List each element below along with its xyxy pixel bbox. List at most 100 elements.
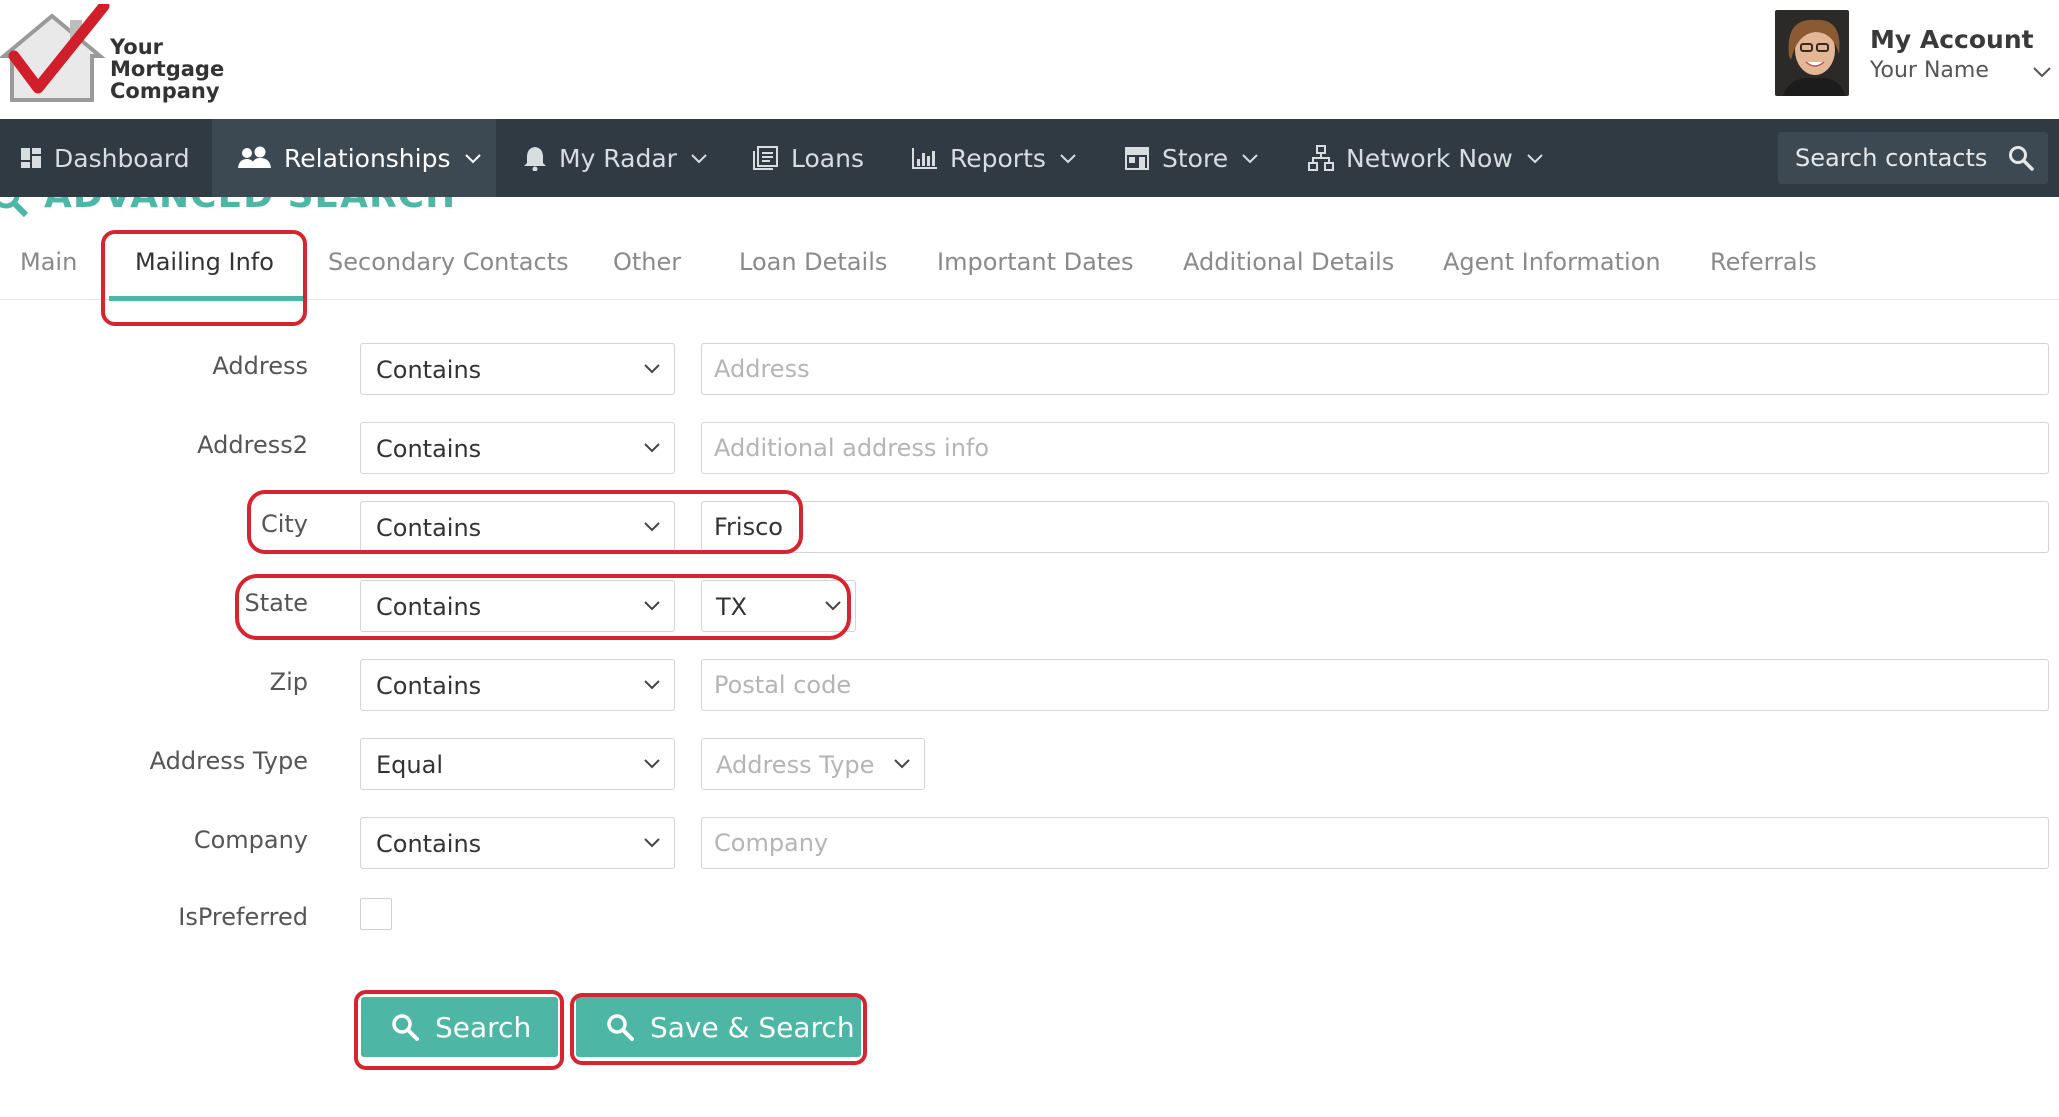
chevron-down-icon (894, 759, 910, 769)
loans-icon (753, 146, 778, 170)
tab-main[interactable]: Main (20, 248, 77, 276)
tab-additional-details[interactable]: Additional Details (1183, 248, 1394, 276)
nav-label: Reports (950, 143, 1046, 173)
account-user-name[interactable]: Your Name (1870, 58, 1989, 83)
network-icon (1308, 145, 1334, 171)
field-label: City (260, 510, 308, 538)
chevron-down-icon (644, 522, 660, 532)
zip-operator-select[interactable]: Contains (360, 659, 675, 711)
tab-important-dates[interactable]: Important Dates (937, 248, 1133, 276)
save-and-search-button[interactable]: Save & Search (576, 997, 861, 1057)
city-operator-select[interactable]: Contains (360, 501, 675, 553)
nav-item-my-radar[interactable]: My Radar (523, 119, 709, 197)
field-label: Zip (269, 668, 308, 696)
chevron-down-icon (691, 154, 707, 164)
zip-input[interactable] (701, 659, 2049, 711)
nav-item-loans[interactable]: Loans (753, 119, 864, 197)
search-icon (607, 1014, 634, 1041)
account-menu[interactable]: My Account Your Name (1775, 10, 2059, 98)
page-title-area: ADVANCED SEARCH (0, 197, 600, 219)
chevron-down-icon (464, 154, 481, 164)
active-tab-indicator (109, 296, 303, 301)
chevron-down-icon (644, 443, 660, 453)
account-title[interactable]: My Account (1870, 25, 2034, 54)
row-address-type: Address Type Equal Address Type (0, 738, 2059, 790)
is-preferred-checkbox[interactable] (360, 898, 392, 930)
row-zip: Zip Contains (0, 659, 2059, 711)
tab-other[interactable]: Other (613, 248, 681, 276)
tab-referrals[interactable]: Referrals (1710, 248, 1817, 276)
select-value: Contains (376, 435, 482, 463)
row-company: Company Contains (0, 817, 2059, 869)
button-label: Save & Search (650, 1010, 855, 1044)
search-button[interactable]: Search (361, 997, 558, 1057)
chevron-down-icon (644, 759, 660, 769)
select-value: Contains (376, 672, 482, 700)
nav-item-relationships[interactable]: Relationships (212, 119, 496, 197)
nav-label: Loans (791, 143, 864, 173)
chevron-down-icon (1527, 154, 1543, 164)
field-label: Address (212, 352, 308, 380)
nav-label: Dashboard (54, 143, 190, 173)
field-label: IsPreferred (178, 903, 308, 931)
address2-input[interactable] (701, 422, 2049, 474)
row-address: Address Contains (0, 343, 2059, 395)
nav-item-network-now[interactable]: Network Now (1308, 119, 1545, 197)
field-label: State (244, 589, 308, 617)
tab-loan-details[interactable]: Loan Details (739, 248, 887, 276)
chevron-down-icon (644, 838, 660, 848)
tab-agent-information[interactable]: Agent Information (1443, 248, 1661, 276)
nav-item-reports[interactable]: Reports (912, 119, 1078, 197)
company-logo[interactable]: Your Mortgage Company (0, 0, 230, 108)
store-icon (1125, 147, 1149, 170)
chevron-down-icon (644, 601, 660, 611)
address2-operator-select[interactable]: Contains (360, 422, 675, 474)
chevron-down-icon (825, 601, 841, 611)
company-input[interactable] (701, 817, 2049, 869)
search-tabs: Main Mailing Info Secondary Contacts Oth… (0, 230, 2059, 301)
select-value: Contains (376, 593, 482, 621)
tab-secondary-contacts[interactable]: Secondary Contacts (328, 248, 569, 276)
house-check-logo-icon (0, 0, 110, 102)
logo-text: Your Mortgage Company (110, 36, 224, 102)
address-operator-select[interactable]: Contains (360, 343, 675, 395)
state-select[interactable]: TX (701, 580, 856, 632)
select-placeholder: Address Type (716, 751, 875, 779)
nav-item-store[interactable]: Store (1124, 119, 1260, 197)
address-type-operator-select[interactable]: Equal (360, 738, 675, 790)
tab-mailing-info[interactable]: Mailing Info (135, 248, 274, 276)
select-value: Contains (376, 356, 482, 384)
address-input[interactable] (701, 343, 2049, 395)
chevron-down-icon[interactable] (2030, 60, 2054, 84)
chevron-down-icon (644, 364, 660, 374)
row-address2: Address2 Contains (0, 422, 2059, 474)
search-icon (392, 1014, 419, 1041)
select-value: Equal (376, 751, 443, 779)
app-header: Your Mortgage Company My Account Your Na… (0, 0, 2059, 119)
city-input[interactable] (701, 501, 2049, 553)
field-label: Address Type (149, 747, 308, 775)
select-value: TX (716, 593, 748, 621)
state-operator-select[interactable]: Contains (360, 580, 675, 632)
logo-line: Your (110, 35, 164, 59)
avatar[interactable] (1775, 10, 1849, 96)
nav-label: Relationships (284, 143, 451, 173)
contact-search-input[interactable] (1778, 132, 1998, 184)
contact-search (1778, 132, 2048, 184)
nav-label: Network Now (1346, 143, 1513, 173)
select-value: Contains (376, 514, 482, 542)
bell-icon (524, 147, 546, 171)
chart-icon (912, 148, 937, 169)
nav-label: Store (1162, 143, 1229, 173)
field-label: Company (193, 826, 308, 854)
logo-line: Company (110, 79, 220, 103)
nav-item-dashboard[interactable]: Dashboard (20, 119, 190, 197)
nav-label: My Radar (559, 143, 677, 173)
company-operator-select[interactable]: Contains (360, 817, 675, 869)
search-icon[interactable] (2008, 145, 2034, 171)
field-label: Address2 (197, 431, 308, 459)
dashboard-icon (21, 148, 41, 168)
chevron-down-icon (644, 680, 660, 690)
button-label: Search (435, 1010, 532, 1044)
address-type-select[interactable]: Address Type (701, 738, 925, 790)
